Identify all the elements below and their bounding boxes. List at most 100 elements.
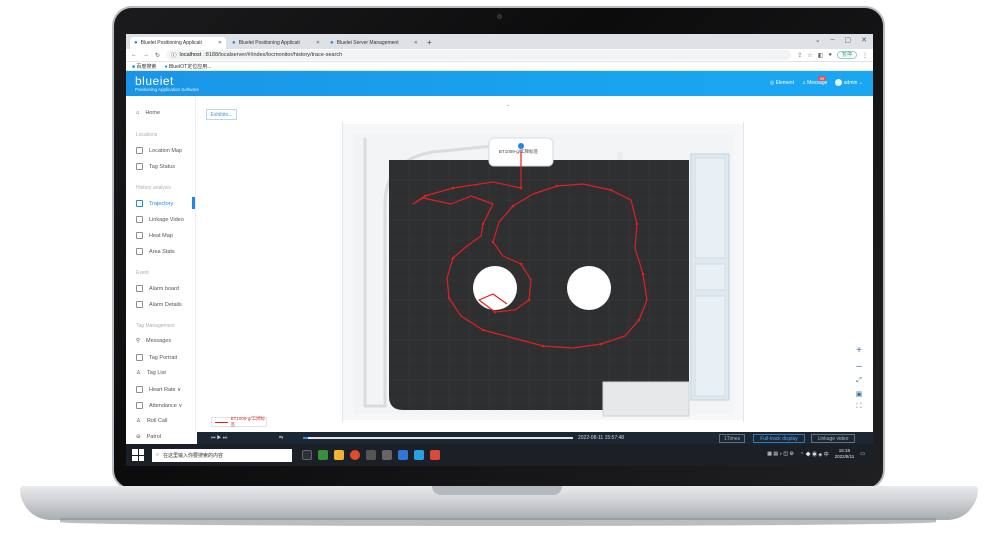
app-icon[interactable] bbox=[318, 450, 328, 460]
bookmark-item[interactable]: ■ 百度搜索 bbox=[132, 63, 156, 70]
exhibit-button[interactable]: Exhibito... bbox=[206, 109, 237, 120]
tray-icons[interactable]: ⌃ ◆ ◉ ◈ 中 bbox=[800, 451, 829, 458]
speed-button[interactable]: 1Times bbox=[719, 434, 745, 443]
sidebar-item-alarm-details[interactable]: Alarm Details bbox=[136, 301, 182, 308]
playback-controls[interactable]: ⏮ ▶ ⏭ bbox=[211, 435, 227, 441]
list-icon bbox=[136, 301, 143, 308]
playback-slider[interactable] bbox=[303, 437, 573, 439]
element-link[interactable]: ◎ Element bbox=[770, 80, 794, 86]
tray-icons[interactable]: ▦ ▤ ♪ ◫ ⚙ bbox=[767, 451, 794, 457]
sidebar-item-trajectory[interactable]: Trajectory bbox=[136, 200, 173, 207]
active-indicator bbox=[192, 197, 195, 209]
sidebar-item-tag-list[interactable]: ♙ Tag List bbox=[136, 370, 166, 376]
chrome-icon[interactable] bbox=[350, 450, 360, 460]
new-tab-button[interactable]: + bbox=[427, 37, 432, 49]
sidebar-group-history: History analysis bbox=[136, 185, 172, 191]
alarm-icon bbox=[136, 285, 143, 292]
playback-timestamp: 2022-08-11 15:57:48 bbox=[578, 435, 625, 441]
system-tray: ▦ ▤ ♪ ◫ ⚙ ⌃ ◆ ◉ ◈ 中 15:18 2022/8/11 ▭ bbox=[767, 448, 865, 460]
sidebar-item-tag-status[interactable]: Tag Status bbox=[136, 163, 175, 170]
app-icon[interactable] bbox=[382, 450, 392, 460]
task-view-icon[interactable] bbox=[302, 450, 312, 460]
linkage-video-button[interactable]: Linkage video bbox=[811, 434, 855, 443]
forward-icon[interactable]: → bbox=[143, 52, 149, 58]
sidebar: ⌂ Home Locations Location Map Tag Status … bbox=[126, 96, 196, 440]
sidebar-item-alarm-board[interactable]: Alarm board bbox=[136, 285, 179, 292]
sidebar-item-patrol[interactable]: ⊖ Patrol bbox=[136, 434, 161, 440]
sidepanel-icon[interactable]: ◧ bbox=[818, 52, 824, 59]
app-icon[interactable] bbox=[398, 450, 408, 460]
roll-call-icon: ♙ bbox=[136, 418, 141, 424]
zoom-out-button[interactable]: – bbox=[856, 361, 862, 372]
legend-line bbox=[215, 421, 228, 423]
sidebar-item-messages[interactable]: ⚲ Messages bbox=[136, 338, 171, 344]
close-window-button[interactable]: ✕ bbox=[861, 36, 867, 44]
tab-title: Bluelet Positioning Applicati bbox=[140, 40, 202, 46]
browser-tab[interactable]: ● Bluelet Server Management ✕ bbox=[326, 37, 422, 49]
folder-icon[interactable] bbox=[334, 450, 344, 460]
tag-icon bbox=[136, 163, 143, 170]
app-icon[interactable] bbox=[414, 450, 424, 460]
maximize-button[interactable]: ▢ bbox=[845, 36, 852, 44]
video-icon bbox=[136, 216, 143, 223]
tab-title: Bluelet Positioning Applicati bbox=[238, 40, 300, 46]
sidebar-item-home[interactable]: ⌂ Home bbox=[136, 110, 160, 116]
heart-rate-icon bbox=[136, 386, 143, 393]
taskbar-search[interactable]: ○ 在这里输入你要搜索的内容 bbox=[152, 448, 292, 462]
attendance-icon bbox=[136, 402, 143, 409]
sidebar-item-heat-map[interactable]: Heat Map bbox=[136, 232, 173, 239]
reload-icon[interactable]: ↻ bbox=[155, 52, 160, 59]
full-track-button[interactable]: Full-track display bbox=[753, 434, 805, 443]
sidebar-item-tag-portrait[interactable]: Tag Portrait bbox=[136, 354, 177, 361]
map-canvas[interactable]: BT1009-g/工牌标签 bbox=[343, 124, 743, 420]
back-icon[interactable]: ← bbox=[131, 52, 137, 58]
bookmark-icon: ■ bbox=[132, 63, 136, 70]
sidebar-item-location-map[interactable]: Location Map bbox=[136, 147, 182, 154]
loop-icon[interactable]: ⇆ bbox=[279, 435, 283, 441]
windows-start-icon[interactable] bbox=[132, 449, 144, 461]
close-icon[interactable]: ✕ bbox=[316, 40, 320, 46]
app-icon[interactable] bbox=[430, 450, 440, 460]
url-bar[interactable]: ⓘ localhost:8188/localserver/#/index/loc… bbox=[166, 50, 792, 60]
tab-title: Bluelet Server Management bbox=[336, 40, 399, 46]
star-icon[interactable]: ☆ bbox=[807, 52, 812, 59]
map-icon bbox=[136, 147, 143, 154]
stats-icon bbox=[136, 248, 143, 255]
close-icon[interactable]: ✕ bbox=[414, 40, 418, 46]
app-logo: blueiet bbox=[135, 74, 174, 88]
sidebar-item-area-stats[interactable]: Area Stats bbox=[136, 248, 175, 255]
divider bbox=[743, 122, 744, 422]
close-icon[interactable]: ✕ bbox=[218, 40, 222, 46]
user-icon: ♙ bbox=[136, 370, 141, 376]
zoom-in-button[interactable]: + bbox=[856, 345, 862, 356]
location-pin-icon: ● bbox=[232, 40, 236, 46]
notification-icon[interactable]: ▭ bbox=[860, 451, 865, 457]
tab-search-button[interactable]: ⌄ bbox=[815, 36, 821, 44]
message-link[interactable]: ♫ Message 99 bbox=[802, 75, 827, 86]
sidebar-item-heart-rate[interactable]: Heart Rate ∨ bbox=[136, 386, 181, 393]
app-header: blueiet Positioning Application Software… bbox=[126, 71, 873, 96]
heatmap-icon bbox=[136, 232, 143, 239]
tray-clock[interactable]: 15:18 2022/8/11 bbox=[835, 448, 855, 460]
chevron-down-icon[interactable]: ⌄ bbox=[506, 102, 510, 108]
sidebar-item-roll-call[interactable]: ♙ Roll Call bbox=[136, 418, 167, 424]
app-icon[interactable] bbox=[366, 450, 376, 460]
menu-icon[interactable]: ⋮ bbox=[862, 52, 868, 59]
sync-button[interactable]: 暂停 bbox=[836, 51, 857, 59]
fit-view-button[interactable]: ⤢ bbox=[856, 377, 862, 385]
browser-tab[interactable]: ● Bluelet Positioning Applicati ✕ bbox=[130, 37, 226, 49]
bookmark-item[interactable]: ● BlueIOT定位应用... bbox=[164, 63, 211, 70]
messages-icon: ⚲ bbox=[136, 338, 141, 344]
browser-tab[interactable]: ● Bluelet Positioning Applicati ✕ bbox=[228, 37, 324, 49]
minimize-button[interactable]: – bbox=[831, 36, 835, 44]
profile-icon[interactable]: ● bbox=[828, 52, 832, 58]
user-menu[interactable]: admin ⌄ bbox=[835, 79, 863, 86]
avatar bbox=[835, 79, 843, 86]
share-icon[interactable]: ⇪ bbox=[797, 52, 802, 59]
sidebar-item-attendance[interactable]: Attendance ∨ bbox=[136, 402, 182, 409]
sidebar-item-linkage-video[interactable]: Linkage Video bbox=[136, 216, 184, 223]
fullscreen-button[interactable]: ⛶ bbox=[857, 403, 862, 411]
layer-toggle-button[interactable]: ▣ bbox=[856, 390, 863, 398]
app-logo-subtitle: Positioning Application Software bbox=[135, 87, 200, 92]
sidebar-group-locations: Locations bbox=[136, 132, 158, 138]
